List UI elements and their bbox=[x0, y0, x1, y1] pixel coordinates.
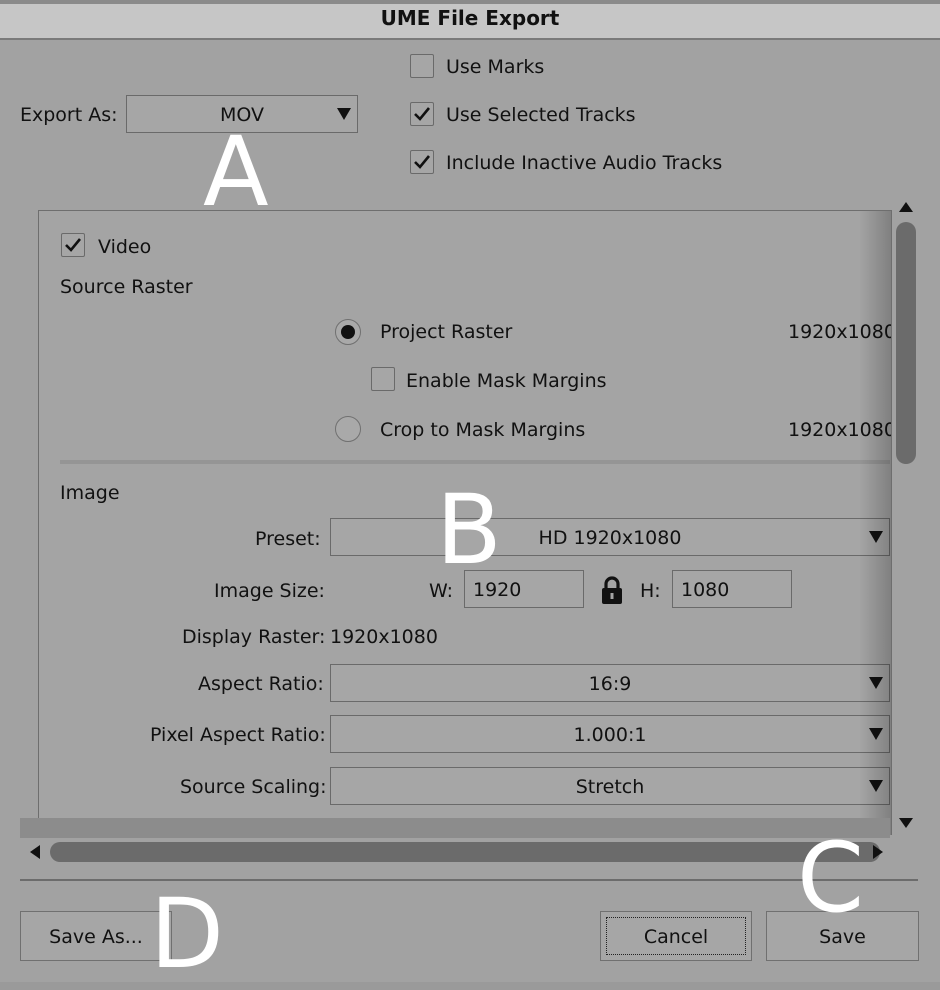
panel-edge-shadow bbox=[859, 211, 891, 835]
include-inactive-audio-label: Include Inactive Audio Tracks bbox=[446, 152, 723, 174]
annotation-letter-d: D bbox=[150, 878, 224, 990]
scroll-right-icon[interactable] bbox=[873, 845, 883, 859]
preset-label: Preset: bbox=[255, 528, 321, 550]
checkmark-icon bbox=[414, 107, 431, 121]
source-raster-heading: Source Raster bbox=[60, 276, 193, 298]
export-as-label: Export As: bbox=[20, 104, 118, 126]
image-size-label: Image Size: bbox=[214, 580, 325, 602]
aspect-ratio-label: Aspect Ratio: bbox=[198, 673, 324, 695]
project-raster-radio[interactable] bbox=[335, 319, 361, 345]
dropdown-arrow-icon bbox=[337, 108, 351, 120]
enable-mask-margins-label: Enable Mask Margins bbox=[406, 370, 607, 392]
include-inactive-audio-checkbox[interactable] bbox=[410, 150, 434, 174]
scroll-left-icon[interactable] bbox=[30, 845, 40, 859]
scroll-down-icon[interactable] bbox=[899, 818, 913, 828]
aspect-ratio-value: 16:9 bbox=[588, 673, 632, 695]
height-field[interactable]: 1080 bbox=[672, 570, 792, 608]
pixel-aspect-ratio-dropdown[interactable]: 1.000:1 bbox=[330, 715, 890, 753]
pixel-aspect-ratio-value: 1.000:1 bbox=[573, 724, 647, 746]
export-dialog: UME File Export Export As: MOV Use Marks… bbox=[0, 0, 940, 982]
checkmark-icon bbox=[414, 155, 431, 169]
display-raster-value: 1920x1080 bbox=[330, 626, 438, 648]
video-label: Video bbox=[98, 236, 152, 258]
source-scaling-label: Source Scaling: bbox=[180, 776, 327, 798]
horizontal-scrollbar-thumb[interactable] bbox=[50, 842, 880, 862]
source-scaling-dropdown[interactable]: Stretch bbox=[330, 767, 890, 805]
source-scaling-value: Stretch bbox=[575, 776, 645, 798]
preset-value: HD 1920x1080 bbox=[538, 527, 682, 549]
scroll-up-icon[interactable] bbox=[899, 202, 913, 212]
use-selected-tracks-checkbox[interactable] bbox=[410, 102, 434, 126]
crop-to-mask-radio[interactable] bbox=[335, 416, 361, 442]
title-bar: UME File Export bbox=[0, 0, 940, 40]
video-checkbox[interactable] bbox=[61, 233, 85, 257]
pixel-aspect-ratio-label: Pixel Aspect Ratio: bbox=[150, 724, 326, 746]
cancel-button[interactable]: Cancel bbox=[600, 911, 752, 961]
crop-to-mask-label: Crop to Mask Margins bbox=[380, 419, 586, 441]
height-value: 1080 bbox=[681, 579, 730, 601]
annotation-letter-b: B bbox=[436, 474, 502, 586]
annotation-letter-c: C bbox=[797, 822, 865, 934]
lock-icon[interactable] bbox=[600, 575, 624, 605]
display-raster-label: Display Raster: bbox=[182, 626, 326, 648]
cancel-label: Cancel bbox=[643, 926, 709, 948]
use-marks-checkbox[interactable] bbox=[410, 54, 434, 78]
preset-dropdown[interactable]: HD 1920x1080 bbox=[330, 518, 890, 556]
panel-bottom-strip bbox=[20, 818, 890, 838]
enable-mask-margins-checkbox[interactable] bbox=[371, 367, 395, 391]
radio-selected-dot bbox=[341, 325, 355, 339]
vertical-scrollbar-thumb[interactable] bbox=[896, 222, 916, 464]
image-heading: Image bbox=[60, 482, 120, 504]
save-as-label: Save As... bbox=[49, 926, 143, 948]
use-selected-tracks-label: Use Selected Tracks bbox=[446, 104, 636, 126]
title-bar-edge bbox=[0, 0, 940, 4]
annotation-letter-a: A bbox=[203, 116, 269, 228]
project-raster-label: Project Raster bbox=[380, 321, 513, 343]
aspect-ratio-dropdown[interactable]: 16:9 bbox=[330, 664, 890, 702]
checkmark-icon bbox=[65, 238, 82, 252]
dialog-title: UME File Export bbox=[380, 6, 560, 30]
section-divider bbox=[60, 460, 890, 464]
use-marks-label: Use Marks bbox=[446, 56, 545, 78]
height-label: H: bbox=[640, 580, 661, 602]
